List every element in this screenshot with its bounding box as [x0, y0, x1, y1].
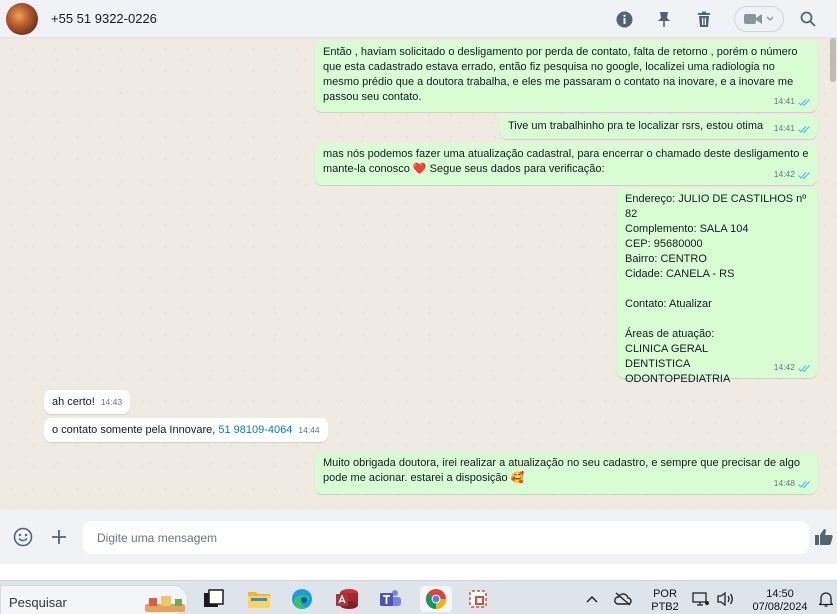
message-outgoing[interactable]: mas nós podemos fazer uma atualização ca… [315, 143, 817, 185]
message-text: o contato somente pela Innovare, [52, 424, 219, 436]
double-check-icon [798, 98, 810, 106]
message-time: 14:42 [773, 169, 795, 179]
message-outgoing[interactable]: Endereço: JULIO DE CASTILHOS nº 82 Compl… [617, 188, 817, 385]
chat-scrollbar[interactable] [829, 38, 837, 510]
chrome-browser-icon[interactable] [420, 586, 452, 612]
emoji-icon[interactable] [13, 527, 33, 547]
message-composer [0, 510, 837, 564]
display-icon[interactable] [690, 586, 712, 612]
scrollbar-thumb[interactable] [830, 38, 836, 82]
plus-icon[interactable] [49, 527, 69, 547]
message-text: Tive um trabalhinho pra te localizar rsr… [508, 120, 764, 132]
message-meta: 14:42 [774, 360, 811, 375]
edge-browser-icon[interactable] [289, 586, 315, 612]
message-time: 14:41 [773, 96, 795, 106]
video-call-button[interactable] [734, 6, 784, 32]
double-check-icon [798, 364, 810, 372]
volume-icon[interactable] [713, 586, 737, 612]
search-highlight-art-icon [145, 596, 185, 612]
chat-header: +55 51 9322-0226 [0, 0, 837, 38]
message-text: Muito obrigada doutora, irei realizar a … [323, 457, 804, 484]
message-text: Endereço: JULIO DE CASTILHOS nº 82 Compl… [625, 193, 807, 385]
message-outgoing[interactable]: Então , haviam solicitado o desligamento… [315, 41, 817, 112]
smiling-hearts-emoji: 🥰 [510, 472, 525, 484]
message-text: mas nós podemos fazer uma atualização ca… [323, 148, 812, 175]
double-check-icon [798, 171, 810, 179]
snipping-tool-icon[interactable] [465, 586, 491, 612]
message-time: 14:41 [773, 123, 795, 133]
double-check-icon [798, 125, 810, 133]
double-check-icon [798, 480, 810, 488]
message-time: 14:42 [773, 362, 795, 372]
message-list[interactable]: Então , haviam solicitado o desligamento… [0, 38, 837, 510]
search-icon[interactable] [798, 9, 818, 29]
message-input[interactable] [83, 521, 809, 554]
message-text: ah certo! [52, 396, 95, 408]
heart-emoji: ❤️ [412, 163, 427, 175]
taskbar-search[interactable]: Pesquisar [0, 585, 188, 614]
message-meta: 14:48 [774, 476, 811, 491]
message-meta: 14:41 [774, 121, 811, 136]
video-camera-icon [744, 14, 762, 24]
info-icon[interactable] [614, 9, 634, 29]
message-text: Então , haviam solicitado o desligamento… [323, 46, 801, 103]
contact-avatar[interactable] [6, 2, 38, 35]
file-explorer-icon[interactable] [246, 586, 272, 612]
chevron-down-icon [766, 16, 774, 21]
access-app-icon[interactable] [334, 586, 360, 612]
chevron-up-icon[interactable] [580, 586, 604, 612]
message-outgoing[interactable]: Tive um trabalhinho pra te localizar rsr… [500, 115, 817, 139]
header-actions [614, 0, 837, 38]
phone-link[interactable]: 51 98109-4064 [218, 424, 292, 436]
windows-taskbar: Pesquisar POR PTB2 14:50 07/08/2024 [0, 580, 837, 614]
message-time: 14:43 [100, 397, 123, 407]
message-outgoing[interactable]: Muito obrigada doutora, irei realizar a … [315, 452, 817, 494]
window-gap [0, 564, 837, 580]
contact-name[interactable]: +55 51 9322-0226 [51, 11, 157, 26]
message-incoming[interactable]: o contato somente pela Innovare, 51 9810… [44, 418, 328, 442]
task-view-icon[interactable] [201, 586, 227, 612]
trash-icon[interactable] [694, 9, 714, 29]
pin-icon[interactable] [654, 9, 674, 29]
language-indicator[interactable]: POR PTB2 [651, 588, 679, 614]
teams-app-icon[interactable] [377, 586, 403, 612]
message-meta: 14:42 [774, 167, 811, 182]
message-incoming[interactable]: ah certo! 14:43 [44, 390, 131, 414]
thumbs-up-icon[interactable] [814, 527, 834, 547]
notification-bell-icon[interactable] [815, 586, 837, 612]
message-meta: 14:41 [774, 94, 811, 109]
taskbar-search-label: Pesquisar [9, 595, 67, 610]
system-clock[interactable]: 14:50 07/08/2024 [748, 588, 812, 614]
message-time: 14:44 [298, 425, 320, 435]
cloud-offline-icon[interactable] [611, 586, 635, 612]
message-time: 14:48 [773, 478, 795, 488]
